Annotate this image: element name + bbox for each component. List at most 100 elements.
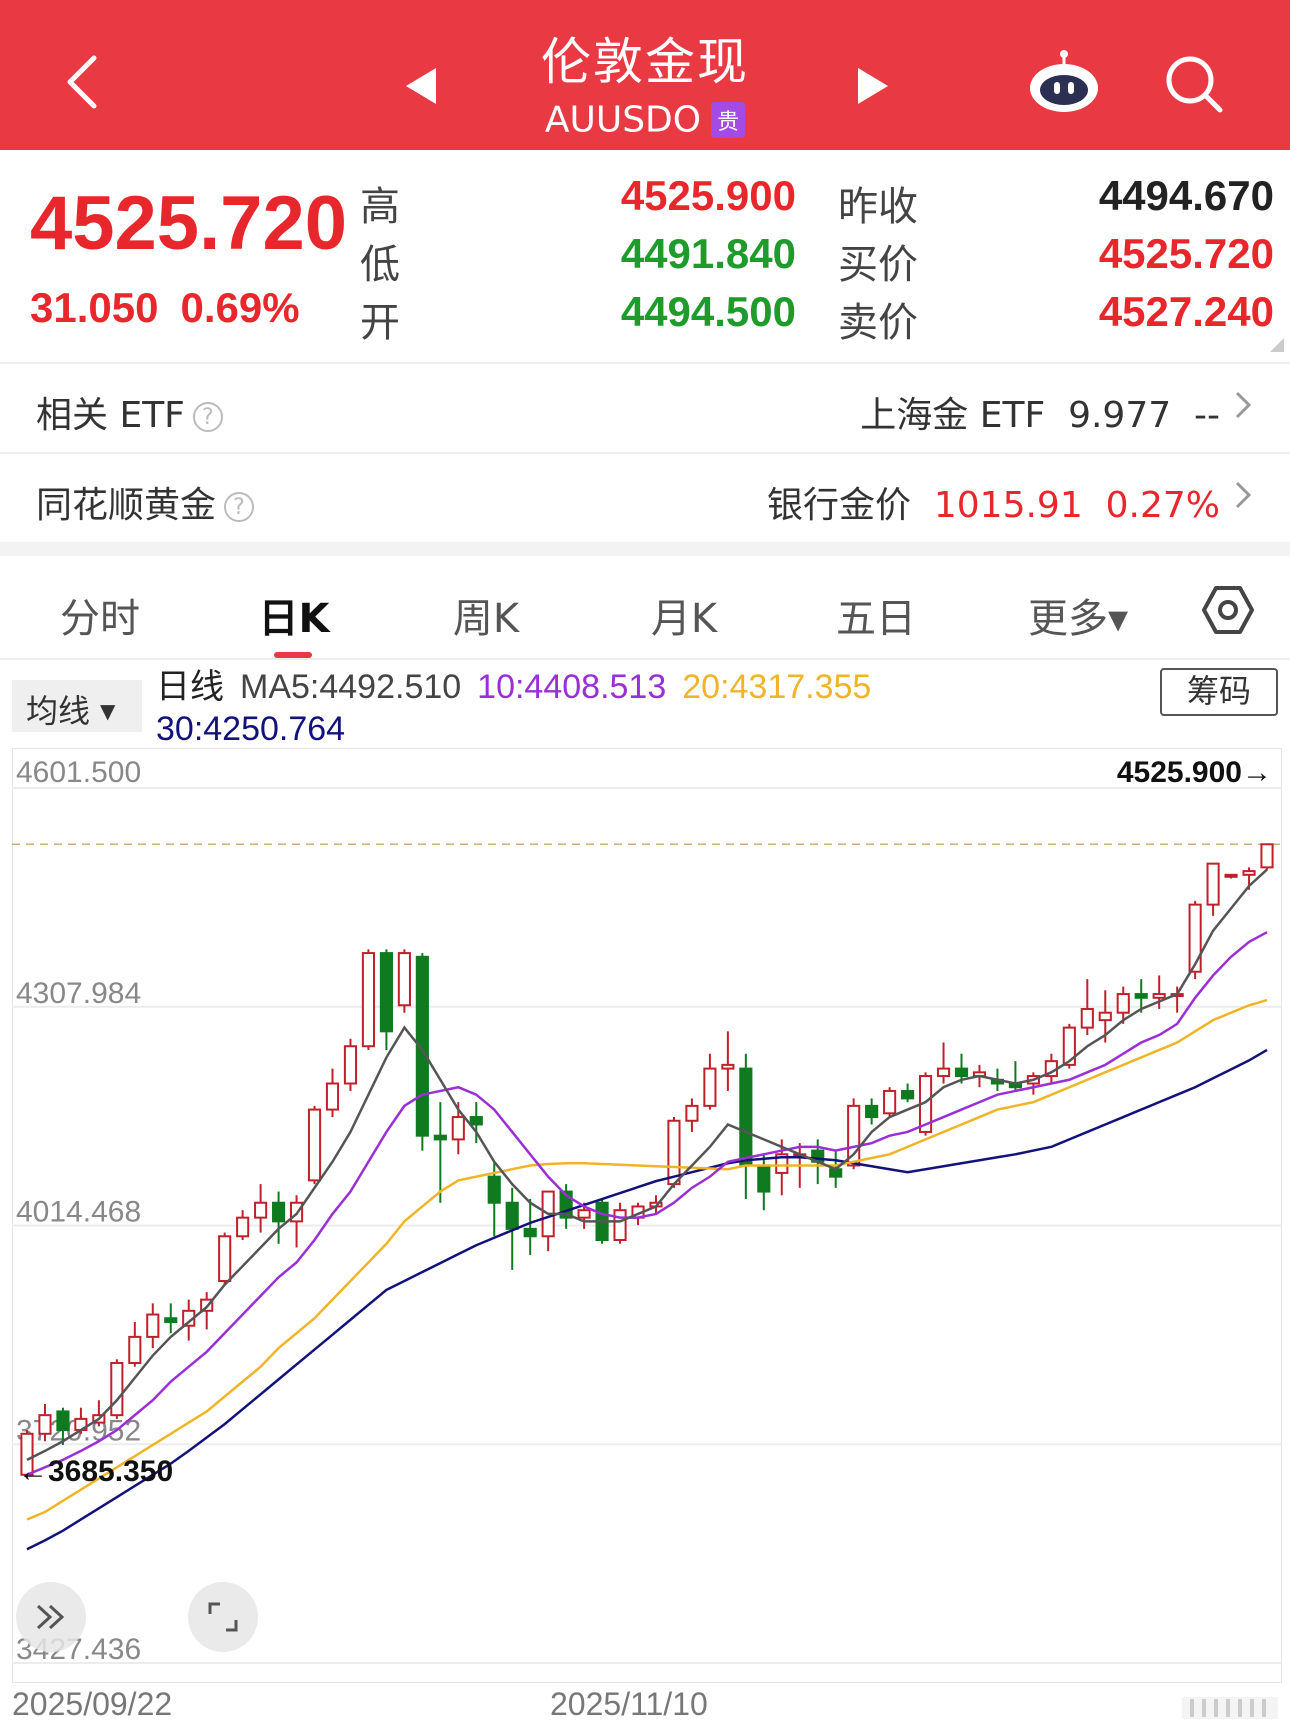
expand-corner-icon[interactable] <box>1270 338 1284 352</box>
chart-settings-icon[interactable] <box>1202 584 1254 636</box>
candle-body <box>307 1108 322 1182</box>
candle-body <box>1224 873 1238 878</box>
next-instrument-icon[interactable] <box>856 66 890 106</box>
candle-body <box>38 1414 52 1435</box>
open-value: 4494.500 <box>620 288 796 335</box>
candle-body <box>936 1067 951 1078</box>
ths-gold-row[interactable]: 同花顺黄金? 银行金价 1015.91 0.27% <box>0 452 1290 542</box>
help-icon[interactable]: ? <box>224 492 255 522</box>
category-badge: 贵 <box>711 102 746 138</box>
ma30-value: 30:4250.764 <box>156 710 346 748</box>
candle-body <box>703 1067 717 1107</box>
etf-name: 上海金 ETF <box>860 395 1046 436</box>
chevron-right-icon <box>1235 481 1252 509</box>
candle-body <box>685 1104 699 1122</box>
search-icon[interactable] <box>1162 52 1226 116</box>
robot-assistant-icon[interactable] <box>1028 48 1100 114</box>
bid-value: 4525.720 <box>1098 230 1274 277</box>
top-bar: 伦敦金现 AUUSDO 贵 <box>0 0 1290 150</box>
fullscreen-button[interactable] <box>188 1582 258 1652</box>
chart-tabs: 分时 日K 周K 月K 五日 更多▾ <box>0 560 1290 660</box>
tab-monthly-k[interactable]: 月K <box>624 586 744 644</box>
prev-close-label: 昨收 <box>838 184 918 230</box>
tab-weekly-k[interactable]: 周K <box>426 586 546 644</box>
candle-body <box>487 1175 501 1204</box>
indicator-select[interactable]: 均线 ▼ <box>12 680 142 732</box>
candle-body <box>577 1209 591 1219</box>
price-change: 31.050 0.69% <box>30 284 322 332</box>
related-etf-row[interactable]: 相关 ETF? 上海金 ETF 9.977 -- <box>0 362 1290 452</box>
ths-gold-label: 同花顺黄金? <box>36 476 255 528</box>
candle-body <box>1260 843 1274 869</box>
candle-body <box>739 1067 753 1167</box>
candle-body <box>1098 1011 1112 1022</box>
chevron-right-icon <box>1235 391 1252 419</box>
ma20-value: 20:4317.355 <box>682 668 872 706</box>
candle-body <box>505 1201 519 1230</box>
tab-daily-k[interactable]: 日K <box>234 586 354 644</box>
candle-body <box>954 1067 969 1078</box>
open-label: 开 <box>360 300 400 346</box>
candle-body <box>146 1313 160 1338</box>
low-value: 4491.840 <box>620 230 796 277</box>
candle-body <box>110 1361 124 1417</box>
last-price: 4525.720 <box>30 181 347 266</box>
candle-body <box>379 952 393 1033</box>
candle-body <box>613 1209 627 1242</box>
candle-body <box>361 952 376 1048</box>
related-etf-quote: 上海金 ETF 9.977 -- <box>860 386 1220 438</box>
ask-label: 卖价 <box>838 300 918 346</box>
bid-label: 买价 <box>838 242 918 288</box>
x-axis-start-label: 2025/09/22 <box>12 1686 173 1722</box>
fullscreen-icon <box>208 1602 238 1632</box>
active-tab-indicator <box>274 652 312 658</box>
bank-gold-label: 银行金价 <box>766 485 911 526</box>
help-icon[interactable]: ? <box>192 402 223 432</box>
high-value: 4525.900 <box>620 172 796 219</box>
candlestick-chart[interactable]: 4601.5004307.9844014.4683720.9523427.436… <box>12 748 1282 1683</box>
chip-distribution-button[interactable]: 筹码 <box>1160 668 1278 716</box>
dropdown-arrow-icon: ▼ <box>100 699 116 723</box>
y-tick-label: 4307.984 <box>16 977 141 1010</box>
chart-scroll-indicator[interactable] <box>1180 1695 1280 1721</box>
double-chevron-icon <box>36 1604 65 1630</box>
ma10-value: 10:4408.513 <box>477 668 667 706</box>
candle-body <box>1080 1007 1094 1029</box>
prev-close-value: 4494.670 <box>1098 172 1274 219</box>
candle-body <box>433 1134 447 1141</box>
bank-gold-change: 0.27% <box>1105 485 1220 526</box>
candle-body <box>469 1116 483 1126</box>
candle-body <box>343 1045 358 1085</box>
related-etf-label-text: 相关 ETF <box>36 395 185 436</box>
change-amount: 31.050 <box>30 284 159 331</box>
candle-body <box>1242 870 1256 876</box>
tab-intraday[interactable]: 分时 <box>40 586 160 644</box>
indicator-select-label: 均线 <box>26 692 91 730</box>
etf-change: -- <box>1194 395 1220 436</box>
y-tick-label: 4014.468 <box>16 1196 141 1229</box>
section-divider <box>0 542 1290 556</box>
ask-value: 4527.240 <box>1098 288 1274 335</box>
candle-body <box>56 1410 70 1432</box>
x-axis-mid-label: 2025/11/10 <box>550 1686 708 1722</box>
bank-gold-value: 1015.91 <box>933 485 1083 526</box>
candle-body <box>254 1201 268 1219</box>
tab-more[interactable]: 更多▾ <box>1008 586 1148 644</box>
candle-body <box>164 1317 178 1323</box>
change-percent: 0.69% <box>180 284 300 331</box>
max-price-marker: 4525.900→ <box>1117 756 1272 789</box>
candle-body <box>901 1089 915 1100</box>
tab-five-day[interactable]: 五日 <box>816 586 936 644</box>
candle-body <box>865 1104 879 1119</box>
candle-body <box>128 1335 142 1364</box>
collapse-panel-button[interactable] <box>16 1582 86 1652</box>
min-price-marker: ←3685.350 <box>18 1455 173 1488</box>
candle-body <box>1116 993 1130 1014</box>
candle-body <box>1134 993 1148 999</box>
y-tick-label: 4601.500 <box>16 756 141 789</box>
period-label: 日线 <box>156 668 224 706</box>
candle-body <box>236 1216 250 1238</box>
related-etf-label: 相关 ETF? <box>36 386 223 438</box>
candle-body <box>451 1116 465 1141</box>
ma-legend: 日线 MA5:4492.510 10:4408.513 20:4317.355 30:… <box>156 666 887 750</box>
